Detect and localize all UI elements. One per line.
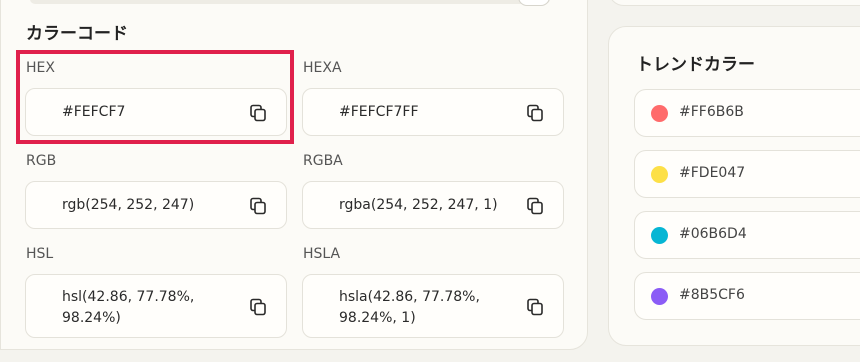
hexa-label: HEXA: [303, 60, 342, 76]
hsl-value-line2: 98.24%): [62, 310, 121, 326]
hsl-value-line1: hsl(42.86, 77.78%,: [62, 289, 195, 305]
rgba-value: rgba(254, 252, 247, 1): [339, 197, 498, 213]
trend-title: トレンドカラー: [636, 55, 755, 75]
rgb-label: RGB: [26, 153, 57, 169]
trend-item-label: #FF6B6B: [679, 104, 744, 120]
copy-icon: [527, 104, 543, 122]
rgba-label: RGBA: [303, 153, 343, 169]
rgb-field: rgb(254, 252, 247): [25, 181, 287, 229]
trend-item-fde047[interactable]: #FDE047: [634, 150, 860, 198]
copy-icon: [250, 197, 266, 215]
hsl-field: hsl(42.86, 77.78%, 98.24%): [25, 274, 287, 338]
hexa-field: #FEFCF7FF: [302, 88, 564, 136]
hex-highlight-frame: [16, 50, 294, 144]
hsla-value-line2: 98.24%, 1): [339, 310, 416, 326]
right-top-panel: [608, 0, 860, 6]
trend-item-ff6b6b[interactable]: #FF6B6B: [634, 89, 860, 137]
hsl-label: HSL: [26, 246, 54, 262]
trend-item-8b5cf6[interactable]: #8B5CF6: [634, 272, 860, 320]
copy-icon: [527, 197, 543, 215]
color-swatch: [651, 227, 668, 244]
hsla-field: hsla(42.86, 77.78%, 98.24%, 1): [302, 274, 564, 338]
rgb-value: rgb(254, 252, 247): [62, 197, 195, 213]
color-swatch: [651, 288, 668, 305]
trend-item-06b6d4[interactable]: #06B6D4: [634, 211, 860, 259]
trend-item-label: #06B6D4: [679, 226, 747, 242]
color-swatch: [651, 105, 668, 122]
hexa-value: #FEFCF7FF: [339, 104, 419, 120]
copy-icon: [250, 298, 266, 316]
slider-track[interactable]: [30, 0, 550, 4]
copy-rgba-button[interactable]: [525, 196, 545, 216]
trend-item-label: #8B5CF6: [679, 287, 745, 303]
copy-hsl-button[interactable]: [248, 297, 268, 317]
hsla-value-line1: hsla(42.86, 77.78%,: [339, 289, 480, 305]
section-title: カラーコード: [26, 24, 128, 44]
copy-hsla-button[interactable]: [525, 297, 545, 317]
trend-item-label: #FDE047: [679, 165, 746, 181]
copy-hexa-button[interactable]: [525, 103, 545, 123]
hsla-label: HSLA: [303, 246, 341, 262]
copy-rgb-button[interactable]: [248, 196, 268, 216]
copy-icon: [527, 298, 543, 316]
color-swatch: [651, 166, 668, 183]
rgba-field: rgba(254, 252, 247, 1): [302, 181, 564, 229]
